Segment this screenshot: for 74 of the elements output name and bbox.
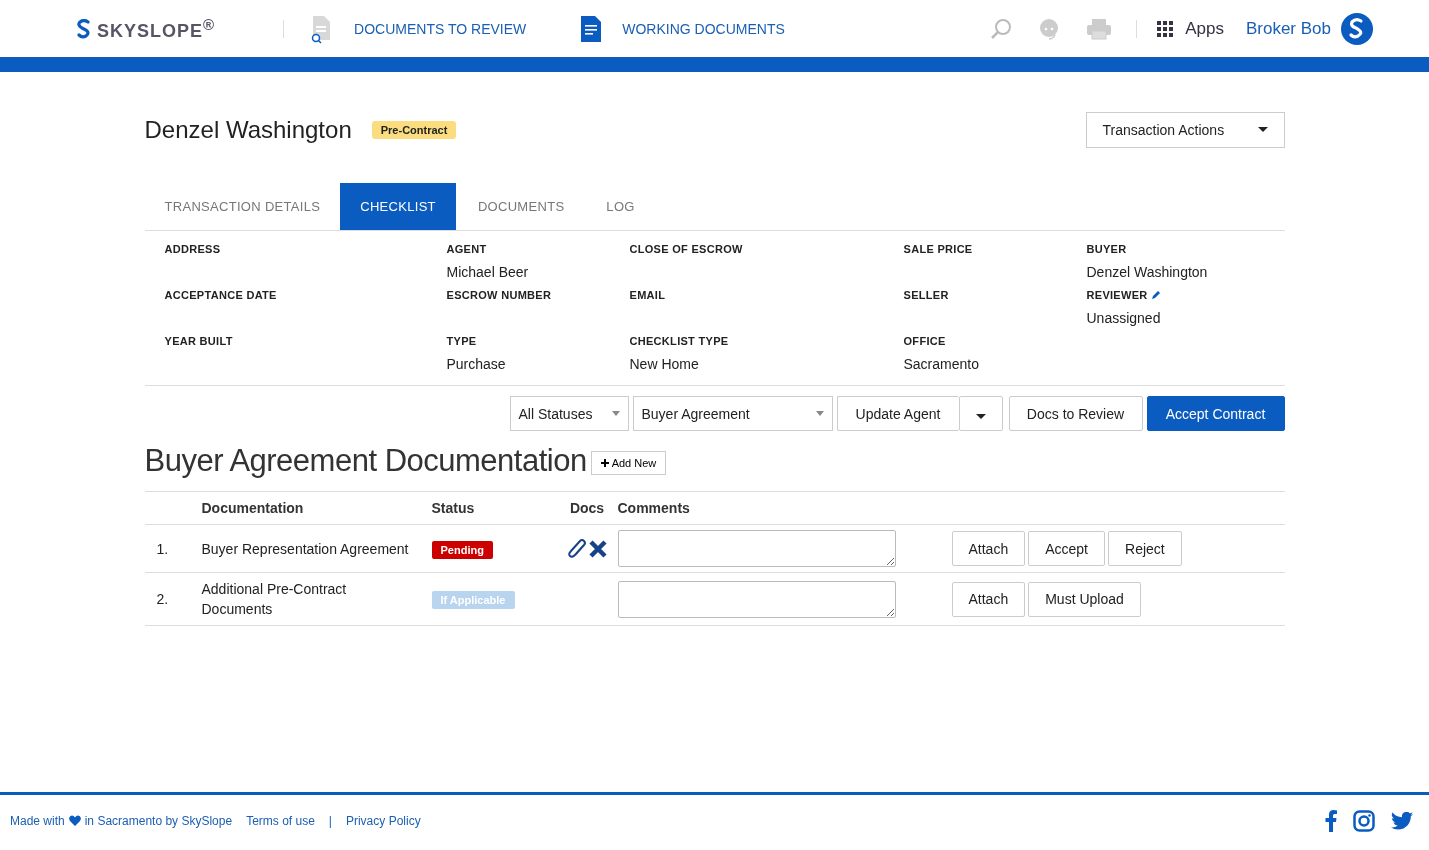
row-number: 2. — [156, 591, 169, 607]
row-action-button[interactable]: Reject — [1108, 531, 1182, 566]
field-value: Sacramento — [903, 356, 979, 372]
footer-text: Made with — [10, 813, 65, 828]
apps-link[interactable]: Apps — [1185, 18, 1224, 39]
field-value: Denzel Washington — [1086, 264, 1208, 280]
tab[interactable]: DOCUMENTS — [455, 183, 587, 230]
nav-link[interactable]: WORKING DOCUMENTS — [622, 20, 785, 37]
comment-field[interactable] — [617, 530, 896, 567]
field-label: AGENT — [446, 243, 487, 255]
document-name: Additional Pre-Contract Documents — [201, 581, 347, 617]
update-agent-button[interactable]: Update Agent — [836, 396, 959, 431]
field-value: Unassigned — [1086, 310, 1161, 326]
field-label: EMAIL — [629, 289, 666, 301]
comment-field[interactable] — [617, 580, 896, 618]
toolbar-button[interactable]: Docs to Review — [1008, 396, 1143, 431]
document-name: Buyer Representation Agreement — [201, 540, 409, 557]
column-header: Status — [431, 500, 475, 516]
apps-grid-icon[interactable] — [1157, 20, 1174, 37]
primary-button[interactable]: Accept Contract — [1146, 396, 1285, 431]
filter-dropdown[interactable]: Buyer Agreement — [632, 396, 833, 431]
page-title: Denzel Washington — [144, 115, 352, 144]
field-value: Michael Beer — [446, 264, 529, 280]
footer-text: in Sacramento by SkySlope — [84, 813, 233, 828]
instagram-icon[interactable] — [1353, 809, 1375, 832]
field-label: YEAR BUILT — [164, 335, 233, 347]
row-action-button[interactable]: Attach — [951, 531, 1026, 566]
field-label: TYPE — [446, 335, 477, 347]
row-number: 1. — [156, 540, 169, 557]
logo-icon — [75, 18, 93, 39]
filter-dropdown[interactable]: All Statuses — [509, 396, 629, 431]
field-label: CLOSE OF ESCROW — [629, 243, 743, 255]
add-new-button[interactable]: Add New — [590, 451, 667, 475]
field-label: OFFICE — [903, 335, 946, 347]
field-label: ADDRESS — [164, 243, 221, 255]
field-label: ESCROW NUMBER — [446, 289, 552, 301]
column-header: Documentation — [201, 500, 304, 516]
document-icon[interactable] — [580, 14, 603, 43]
stage-badge: Pre-Contract — [371, 120, 457, 139]
column-header: Comments — [617, 500, 690, 516]
field-label: SELLER — [903, 289, 949, 301]
field-value: New Home — [629, 356, 699, 372]
field-label: SALE PRICE — [903, 243, 973, 255]
footer-link[interactable]: Terms of use — [246, 813, 315, 828]
twitter-icon[interactable] — [1391, 811, 1413, 830]
pencil-icon[interactable] — [1150, 290, 1161, 300]
field-label: REVIEWER — [1086, 289, 1161, 301]
tab[interactable]: LOG — [586, 183, 655, 230]
column-header: Docs — [569, 500, 605, 516]
paperclip-icon[interactable] — [567, 536, 589, 561]
tab[interactable]: CHECKLIST — [340, 183, 456, 230]
logo-text[interactable]: SKYSLOPE$^{®}$ — [97, 15, 216, 42]
field-label: ACCEPTANCE DATE — [164, 289, 277, 301]
transaction-actions-dropdown[interactable]: Transaction Actions — [1085, 111, 1285, 148]
field-label: CHECKLIST TYPE — [629, 335, 729, 347]
row-action-button[interactable]: Must Upload — [1028, 581, 1141, 617]
footer-link[interactable]: Privacy Policy — [345, 813, 421, 828]
nav-link[interactable]: DOCUMENTS TO REVIEW — [354, 20, 527, 37]
facebook-icon[interactable] — [1325, 809, 1337, 832]
plus-icon — [600, 459, 609, 467]
field-label: BUYER — [1086, 243, 1127, 255]
section-title: Buyer Agreement Documentation — [144, 443, 587, 479]
footer-separator: | — [328, 813, 332, 828]
user-name[interactable]: Broker Bob — [1245, 18, 1331, 39]
heart-icon — [68, 815, 81, 826]
tab[interactable]: TRANSACTION DETAILS — [144, 183, 341, 230]
delete-icon[interactable] — [589, 539, 607, 558]
row-action-button[interactable]: Accept — [1028, 531, 1105, 566]
status-badge: If Applicable — [431, 591, 515, 609]
field-value: Purchase — [446, 356, 506, 372]
status-badge: Pending — [431, 540, 493, 559]
dropdown-toggle[interactable] — [958, 396, 1003, 431]
row-action-button[interactable]: Attach — [951, 581, 1026, 617]
avatar-icon[interactable] — [1341, 12, 1373, 45]
